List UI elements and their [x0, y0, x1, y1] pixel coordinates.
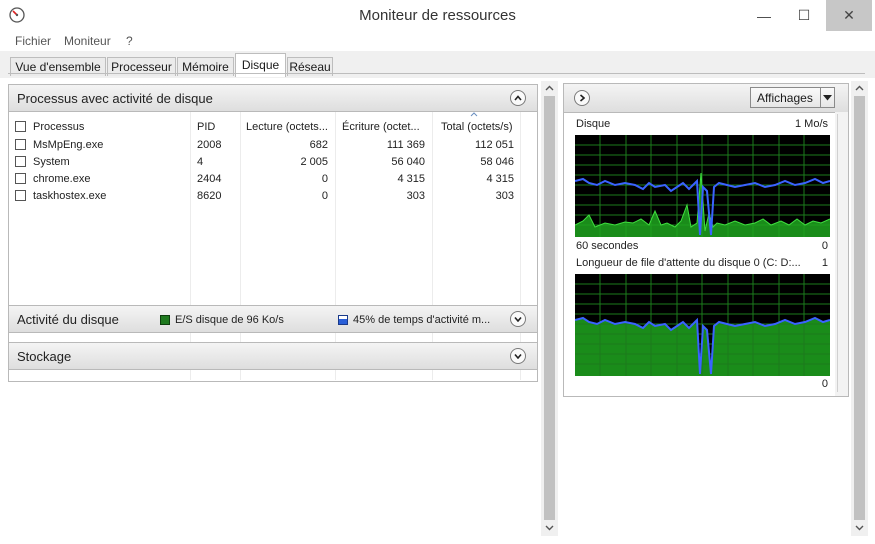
chart-queue-title: Longueur de file d'attente du disque 0 (… — [576, 257, 801, 269]
storage-title: Stockage — [17, 349, 72, 364]
close-button[interactable]: ✕ — [826, 0, 872, 31]
tab-divider — [8, 73, 865, 74]
column-header-total[interactable]: Total (octets/s) — [441, 121, 513, 133]
process-total: 4 315 — [486, 173, 514, 185]
process-name: MsMpEng.exe — [33, 139, 104, 151]
process-name: chrome.exe — [33, 173, 91, 185]
process-write: 56 040 — [391, 156, 425, 168]
process-pid: 2404 — [197, 173, 222, 185]
chart-disk-timespan: 60 secondes — [576, 240, 639, 252]
dropdown-divider — [820, 88, 821, 107]
scroll-up-icon[interactable] — [851, 81, 868, 95]
column-divider — [432, 112, 433, 380]
process-read: 0 — [321, 173, 328, 185]
column-header-pid[interactable]: PID — [197, 121, 215, 133]
sort-indicator-icon — [470, 112, 478, 117]
graph-pane: Affichages Disque 1 Mo/s 60 secondes 0 L… — [563, 83, 849, 397]
minimize-button[interactable]: — — [744, 0, 784, 31]
graph-pane-scroll-thumb[interactable] — [837, 114, 847, 392]
scroll-down-icon[interactable] — [851, 521, 868, 535]
right-scroll-thumb[interactable] — [854, 96, 865, 520]
process-write: 111 369 — [386, 139, 425, 151]
chart-queue-min: 0 — [821, 378, 828, 390]
expand-down-icon[interactable] — [510, 348, 526, 364]
column-header-processus[interactable]: Processus — [33, 121, 84, 133]
row-checkbox[interactable] — [15, 139, 26, 150]
process-section-header[interactable]: Processus avec activité de disque — [8, 84, 538, 112]
active-time-legend-swatch — [338, 315, 348, 325]
left-pane: Processus avec activité de disque Proces… — [8, 81, 540, 536]
chevron-right-icon[interactable] — [574, 90, 590, 106]
process-read: 0 — [321, 190, 328, 202]
scroll-down-icon[interactable] — [541, 521, 558, 535]
row-checkbox[interactable] — [15, 190, 26, 201]
column-divider — [520, 112, 521, 380]
column-divider — [335, 112, 336, 380]
collapse-up-icon[interactable] — [510, 90, 526, 106]
left-scrollbar[interactable] — [541, 81, 558, 536]
disk-io-summary: E/S disque de 96 Ko/s — [175, 314, 284, 326]
graph-pane-scroll-track[interactable] — [835, 112, 848, 396]
row-checkbox[interactable] — [15, 156, 26, 167]
right-scrollbar[interactable] — [851, 81, 868, 536]
process-pid: 2008 — [197, 139, 222, 151]
process-write: 4 315 — [397, 173, 425, 185]
left-scroll-thumb[interactable] — [544, 96, 555, 520]
column-header-ecriture[interactable]: Écriture (octet... — [342, 121, 420, 133]
column-divider — [190, 112, 191, 380]
disk-queue-graph — [575, 274, 830, 376]
scroll-up-icon[interactable] — [541, 81, 558, 95]
process-name: System — [33, 156, 70, 168]
process-section-title: Processus avec activité de disque — [17, 91, 213, 106]
disk-activity-graph — [575, 135, 830, 237]
process-write: 303 — [406, 190, 425, 202]
column-header-lecture[interactable]: Lecture (octets... — [246, 121, 328, 133]
disk-active-time-summary: 45% de temps d'activité m... — [353, 314, 491, 326]
chart-queue-max: 1 — [821, 257, 828, 269]
views-label: Affichages — [757, 91, 813, 105]
chart-disk-title: Disque — [576, 118, 611, 130]
disk-activity-header[interactable]: Activité du disque E/S disque de 96 Ko/s… — [8, 305, 538, 333]
select-all-checkbox[interactable] — [15, 121, 26, 132]
process-total: 303 — [495, 190, 514, 202]
process-total: 112 051 — [475, 139, 514, 151]
dropdown-arrow-icon — [823, 95, 832, 101]
column-divider — [240, 112, 241, 380]
chart-disk-min: 0 — [821, 240, 828, 252]
graph-pane-header: Affichages — [564, 84, 848, 113]
process-read: 682 — [309, 139, 328, 151]
io-legend-swatch — [160, 315, 170, 325]
menu-fichier[interactable]: Fichier — [15, 34, 51, 48]
maximize-button[interactable]: ☐ — [784, 0, 824, 31]
process-total: 58 046 — [480, 156, 514, 168]
process-pid: 4 — [197, 156, 204, 168]
title-bar: Moniteur de ressources — ☐ ✕ — [0, 0, 875, 31]
process-pid: 8620 — [197, 190, 222, 202]
row-checkbox[interactable] — [15, 173, 26, 184]
process-read: 2 005 — [300, 156, 328, 168]
expand-down-icon[interactable] — [510, 311, 526, 327]
menu-bar: Fichier Moniteur ? — [0, 31, 875, 51]
chart-disk-max: 1 Mo/s — [794, 118, 828, 130]
views-dropdown-button[interactable]: Affichages — [750, 87, 835, 108]
storage-header[interactable]: Stockage — [8, 342, 538, 370]
menu-help[interactable]: ? — [126, 34, 133, 48]
process-name: taskhostex.exe — [33, 190, 107, 202]
disk-activity-title: Activité du disque — [17, 312, 119, 327]
menu-moniteur[interactable]: Moniteur — [64, 34, 111, 48]
